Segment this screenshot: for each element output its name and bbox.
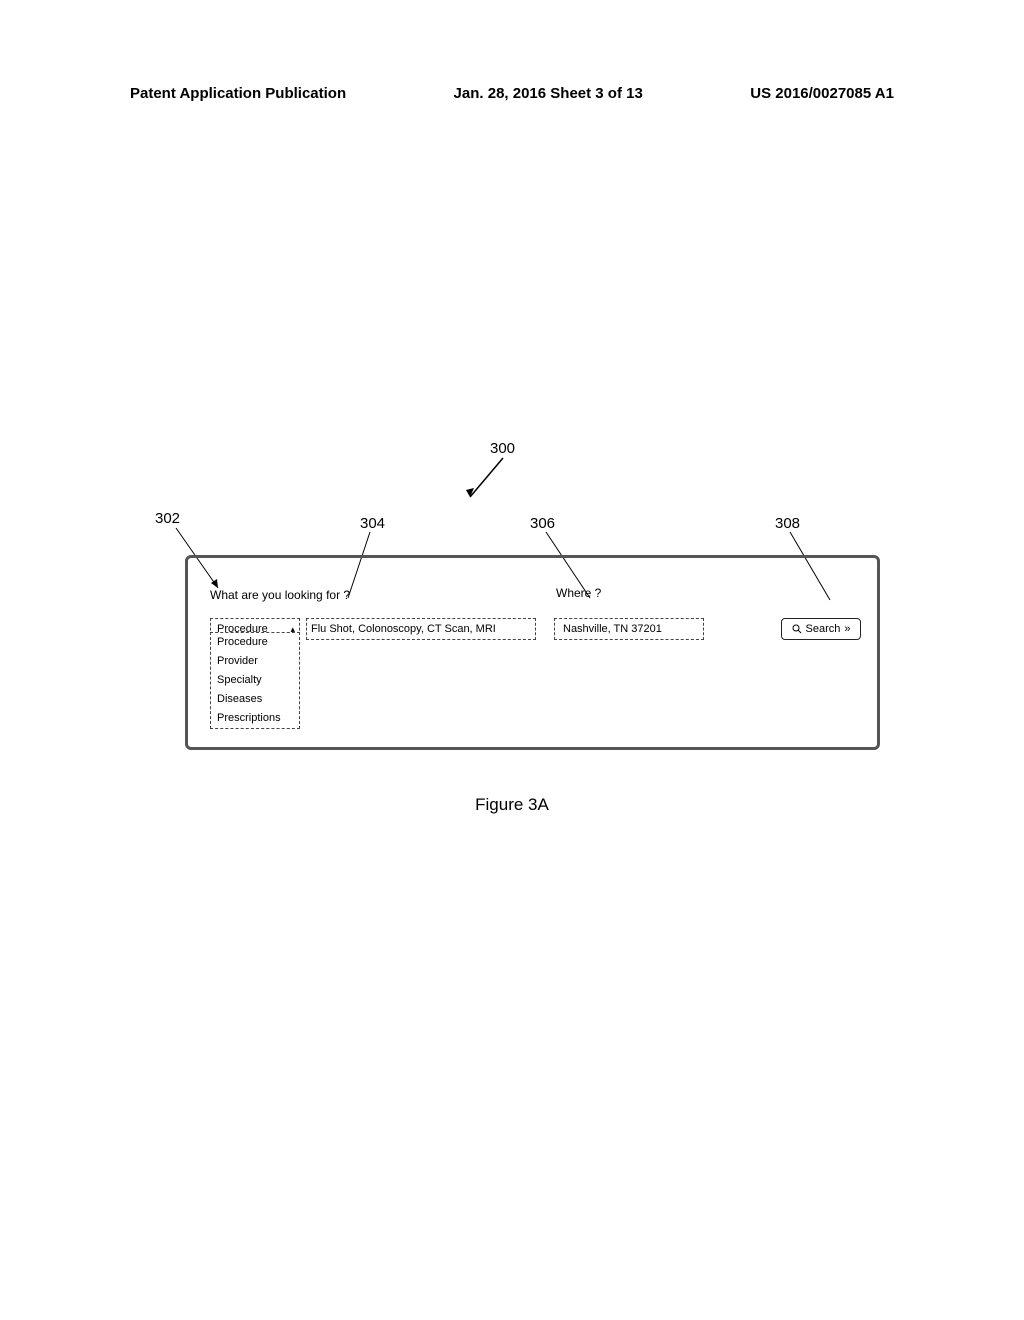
search-icon	[792, 624, 802, 634]
label-where: Where ?	[556, 586, 601, 600]
ref-304: 304	[360, 515, 385, 532]
dropdown-option-provider[interactable]: Provider	[211, 652, 299, 671]
dropdown-option-procedure[interactable]: Procedure	[211, 633, 299, 652]
publication-number: US 2016/0027085 A1	[750, 85, 894, 102]
location-input[interactable]: Nashville, TN 37201	[554, 618, 704, 640]
search-row: What are you looking for ? Where ? Proce…	[210, 586, 861, 640]
ref-302: 302	[155, 510, 180, 527]
ref-306: 306	[530, 515, 555, 532]
dropdown-option-specialty[interactable]: Specialty	[211, 671, 299, 690]
sheet-info: Jan. 28, 2016 Sheet 3 of 13	[454, 85, 643, 102]
ref-300: 300	[490, 440, 515, 457]
search-button[interactable]: Search »	[781, 618, 861, 640]
controls-line: Procedure ▴ Flu Shot, Colonoscopy, CT Sc…	[210, 618, 861, 640]
procedure-placeholder-text: Flu Shot, Colonoscopy, CT Scan, MRI	[311, 623, 496, 635]
publication-label: Patent Application Publication	[130, 85, 346, 102]
search-panel: What are you looking for ? Where ? Proce…	[185, 555, 880, 750]
page-header: Patent Application Publication Jan. 28, …	[0, 85, 1024, 102]
ref-308: 308	[775, 515, 800, 532]
dropdown-option-diseases[interactable]: Diseases	[211, 690, 299, 709]
figure-caption: Figure 3A	[0, 795, 1024, 815]
label-what: What are you looking for ?	[210, 588, 350, 602]
chevron-right-icon: »	[844, 623, 850, 635]
category-dropdown-list: Procedure Provider Specialty Diseases Pr…	[210, 632, 300, 729]
search-button-label: Search	[806, 623, 841, 635]
procedure-input[interactable]: Flu Shot, Colonoscopy, CT Scan, MRI	[306, 618, 536, 640]
location-text: Nashville, TN 37201	[563, 623, 662, 635]
dropdown-option-prescriptions[interactable]: Prescriptions	[211, 709, 299, 728]
